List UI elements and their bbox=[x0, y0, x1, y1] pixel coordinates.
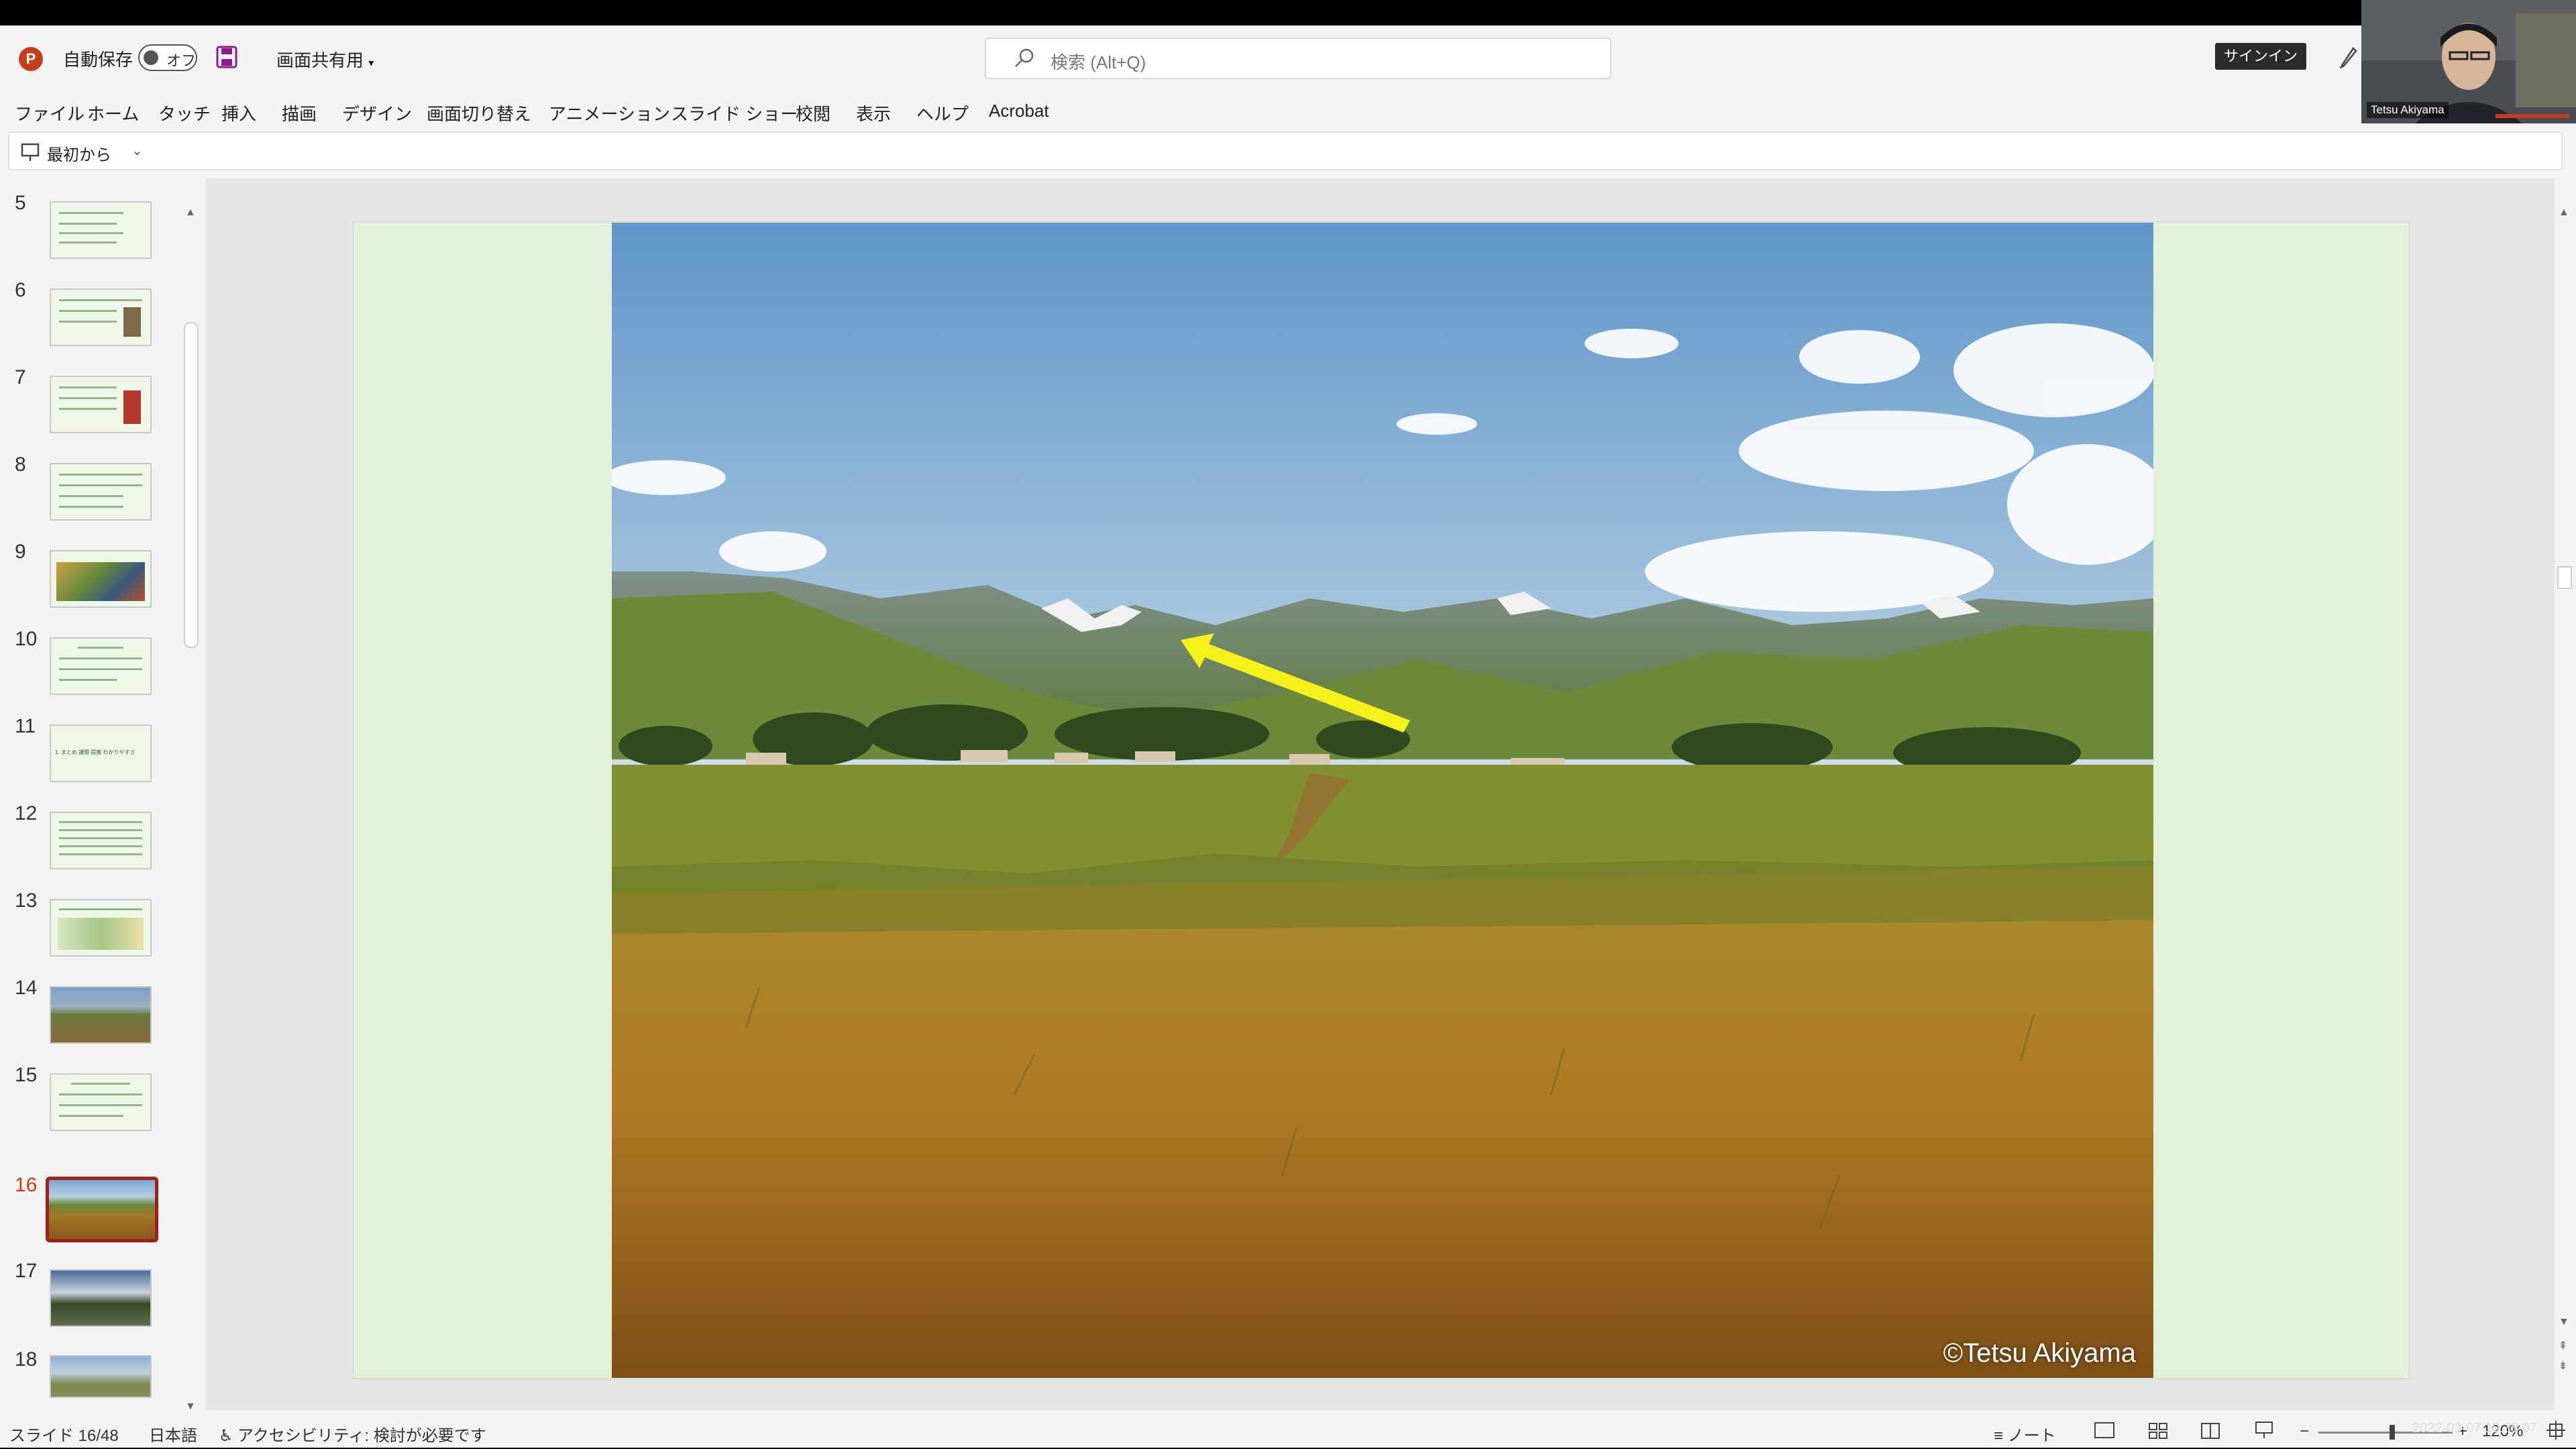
thumb-number: 15 bbox=[15, 1064, 38, 1086]
menu-transitions[interactable]: 画面切り替え bbox=[427, 101, 531, 125]
scrollbar-thumb[interactable] bbox=[2557, 566, 2572, 589]
menu-view[interactable]: 表示 bbox=[856, 101, 891, 125]
scroll-down-icon[interactable]: ▼ bbox=[2559, 1316, 2569, 1328]
slide-thumbnail-8[interactable] bbox=[50, 463, 152, 521]
command-bar: 最初から ⌄ bbox=[8, 131, 2563, 170]
slide-thumbnail-11[interactable]: 1. まとめ 課題 提案 わかりやすさ bbox=[50, 724, 152, 782]
webcam-overlay: Tetsu Akiyama bbox=[2361, 0, 2576, 123]
autosave-label: 自動保存 bbox=[63, 50, 133, 70]
zoom-slider-thumb[interactable] bbox=[2390, 1425, 2395, 1440]
slide-thumbnail-15[interactable] bbox=[50, 1073, 152, 1131]
slide-thumbnail-5[interactable] bbox=[50, 201, 152, 259]
autosave-toggle[interactable]: オフ bbox=[138, 44, 197, 71]
landscape-photo[interactable]: ©Tetsu Akiyama bbox=[612, 223, 2153, 1378]
menu-touch[interactable]: タッチ bbox=[158, 101, 211, 125]
slide-thumbnail-7[interactable] bbox=[50, 376, 152, 433]
slide-thumbnail-16[interactable] bbox=[46, 1177, 158, 1242]
recording-timestamp: 2022-03-07 10:38:07 bbox=[2412, 1421, 2537, 1436]
accessibility-text: アクセシビリティ: 検討が必要です bbox=[237, 1427, 486, 1445]
normal-view-icon[interactable] bbox=[2094, 1422, 2114, 1438]
slide-thumbnail-12[interactable] bbox=[50, 812, 152, 869]
notes-label: ノート bbox=[2007, 1427, 2056, 1445]
slide-thumbnail-14[interactable] bbox=[50, 986, 152, 1044]
powerpoint-window: P 自動保存 オフ 画面共有用 ▾ 検索 (Alt+Q) サインイン ファイル … bbox=[0, 25, 2576, 1448]
thumb-number: 9 bbox=[15, 541, 26, 563]
accessibility-status[interactable]: ♿ アクセシビリティ: 検討が必要です bbox=[219, 1422, 486, 1446]
save-icon[interactable] bbox=[216, 46, 237, 68]
from-start-button[interactable]: 最初から bbox=[47, 142, 111, 165]
document-title-text: 画面共有用 bbox=[276, 50, 364, 70]
notes-button[interactable]: ≡ ノート bbox=[1994, 1422, 2056, 1446]
menu-home[interactable]: ホーム bbox=[87, 101, 139, 125]
menu-insert[interactable]: 挿入 bbox=[221, 101, 256, 125]
menu-acrobat[interactable]: Acrobat bbox=[989, 101, 1049, 121]
toggle-knob bbox=[144, 50, 158, 65]
reading-view-icon[interactable] bbox=[2200, 1422, 2220, 1443]
document-title[interactable]: 画面共有用 ▾ bbox=[276, 47, 374, 72]
pen-icon[interactable] bbox=[2339, 44, 2359, 72]
menu-animations[interactable]: アニメーション bbox=[549, 101, 670, 125]
scroll-up-icon[interactable]: ▲ bbox=[185, 207, 196, 219]
photo-credit: ©Tetsu Akiyama bbox=[1943, 1338, 2136, 1368]
menu-review[interactable]: 校閲 bbox=[796, 101, 830, 125]
thumb-number: 18 bbox=[15, 1348, 38, 1371]
thumb-number: 16 bbox=[15, 1174, 38, 1196]
thumb-number: 8 bbox=[15, 453, 26, 476]
scroll-up-icon[interactable]: ▲ bbox=[2559, 207, 2569, 219]
menu-draw[interactable]: 描画 bbox=[282, 101, 317, 125]
autosave-state: オフ bbox=[166, 52, 197, 69]
fit-to-window-icon[interactable] bbox=[2546, 1421, 2565, 1443]
slide-scrollbar[interactable]: ▲ ▼ ⇞ ⇟ bbox=[2555, 207, 2575, 1387]
menu-help[interactable]: ヘルプ bbox=[916, 101, 969, 125]
scrollbar-thumb[interactable] bbox=[184, 322, 199, 648]
thumb-number: 10 bbox=[15, 628, 38, 650]
thumb-number: 13 bbox=[15, 890, 38, 912]
menu-design[interactable]: デザイン bbox=[342, 101, 412, 125]
search-placeholder: 検索 (Alt+Q) bbox=[1051, 52, 1146, 72]
slide-sorter-icon[interactable] bbox=[2148, 1422, 2168, 1443]
slide-thumbnail-13[interactable] bbox=[50, 899, 152, 957]
presentation-icon bbox=[20, 142, 40, 166]
zoom-out-icon[interactable]: − bbox=[2300, 1422, 2309, 1441]
language-indicator[interactable]: 日本語 bbox=[149, 1422, 197, 1446]
slide-thumbnail-17[interactable] bbox=[50, 1269, 152, 1327]
powerpoint-logo-icon: P bbox=[19, 47, 43, 71]
thumb-number: 5 bbox=[15, 192, 26, 214]
signin-button[interactable]: サインイン bbox=[2215, 43, 2306, 70]
slide-thumbnail-6[interactable] bbox=[50, 288, 152, 346]
chevron-down-icon: ▾ bbox=[368, 58, 374, 69]
slide-thumbnail-10[interactable] bbox=[50, 637, 152, 695]
menu-file[interactable]: ファイル bbox=[15, 101, 85, 125]
slide-thumbnail-9[interactable] bbox=[50, 550, 152, 608]
slide-counter: スライド 16/48 bbox=[9, 1427, 119, 1445]
webcam-name-label: Tetsu Akiyama bbox=[2367, 102, 2449, 118]
thumb-number: 14 bbox=[15, 977, 38, 999]
next-slide-icon[interactable]: ⇟ bbox=[2559, 1359, 2567, 1373]
notes-icon: ≡ bbox=[1994, 1427, 2004, 1445]
slideshow-view-icon[interactable] bbox=[2254, 1421, 2274, 1443]
previous-slide-icon[interactable]: ⇞ bbox=[2559, 1339, 2567, 1352]
accessibility-icon: ♿ bbox=[219, 1427, 233, 1445]
slide-thumbnail-18[interactable] bbox=[50, 1355, 152, 1398]
thumb-number: 17 bbox=[15, 1260, 38, 1282]
thumb-number: 11 bbox=[15, 715, 36, 737]
search-box[interactable]: 検索 (Alt+Q) bbox=[985, 38, 1611, 79]
thumb-number: 7 bbox=[15, 366, 26, 388]
thumbnail-scrollbar[interactable]: ▲ ▼ bbox=[182, 207, 200, 1414]
thumbnail-caption: 1. まとめ 課題 提案 わかりやすさ bbox=[55, 749, 136, 755]
chevron-down-icon[interactable]: ⌄ bbox=[131, 142, 143, 159]
thumb-number: 6 bbox=[15, 279, 26, 301]
menu-slideshow[interactable]: スライド ショー bbox=[671, 101, 798, 125]
thumb-number: 12 bbox=[15, 802, 38, 824]
search-icon bbox=[1013, 47, 1036, 73]
